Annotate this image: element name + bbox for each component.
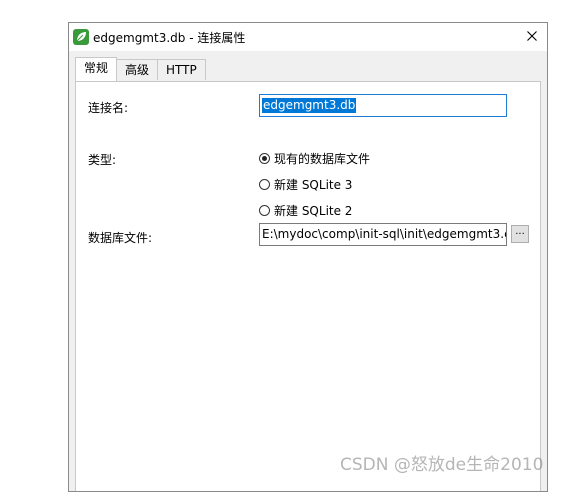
title-bar: edgemgmt3.db - 连接属性: [69, 23, 547, 51]
connection-name-value: edgemgmt3.db: [262, 98, 357, 113]
leaf-icon: [73, 29, 89, 45]
radio-existing-db[interactable]: 现有的数据库文件: [259, 150, 370, 167]
radio-button-checked[interactable]: [259, 153, 270, 164]
type-label: 类型:: [88, 153, 117, 167]
tab-advanced[interactable]: 高级: [116, 59, 159, 80]
watermark: CSDN @怒放de生命2010: [340, 455, 544, 475]
radio-existing-db-label: 现有的数据库文件: [274, 152, 371, 166]
connection-name-input[interactable]: edgemgmt3.db: [259, 94, 507, 117]
radio-button[interactable]: [259, 205, 270, 216]
window-title: edgemgmt3.db - 连接属性: [93, 31, 246, 45]
tab-general[interactable]: 常规: [75, 57, 118, 81]
connection-properties-dialog: edgemgmt3.db - 连接属性 常规 高级 HTTP 连接名: edge…: [68, 22, 548, 492]
radio-new-sqlite2-label: 新建 SQLite 2: [274, 204, 353, 218]
db-file-input[interactable]: E:\mydoc\comp\init-sql\init\edgemgmt3.c: [259, 223, 507, 246]
radio-button[interactable]: [259, 179, 270, 190]
general-panel: 连接名: edgemgmt3.db 类型: 现有的数据库文件 新建 SQLite…: [75, 81, 541, 491]
radio-new-sqlite3-label: 新建 SQLite 3: [274, 178, 353, 192]
radio-new-sqlite3[interactable]: 新建 SQLite 3: [259, 176, 352, 193]
tab-http[interactable]: HTTP: [157, 59, 206, 80]
close-button[interactable]: [517, 23, 547, 51]
db-file-label: 数据库文件:: [88, 231, 153, 245]
connection-name-label: 连接名:: [88, 101, 129, 115]
close-icon[interactable]: [527, 30, 537, 44]
radio-new-sqlite2[interactable]: 新建 SQLite 2: [259, 202, 352, 219]
browse-button[interactable]: ...: [511, 225, 529, 243]
tab-bar: 常规 高级 HTTP: [75, 57, 206, 81]
